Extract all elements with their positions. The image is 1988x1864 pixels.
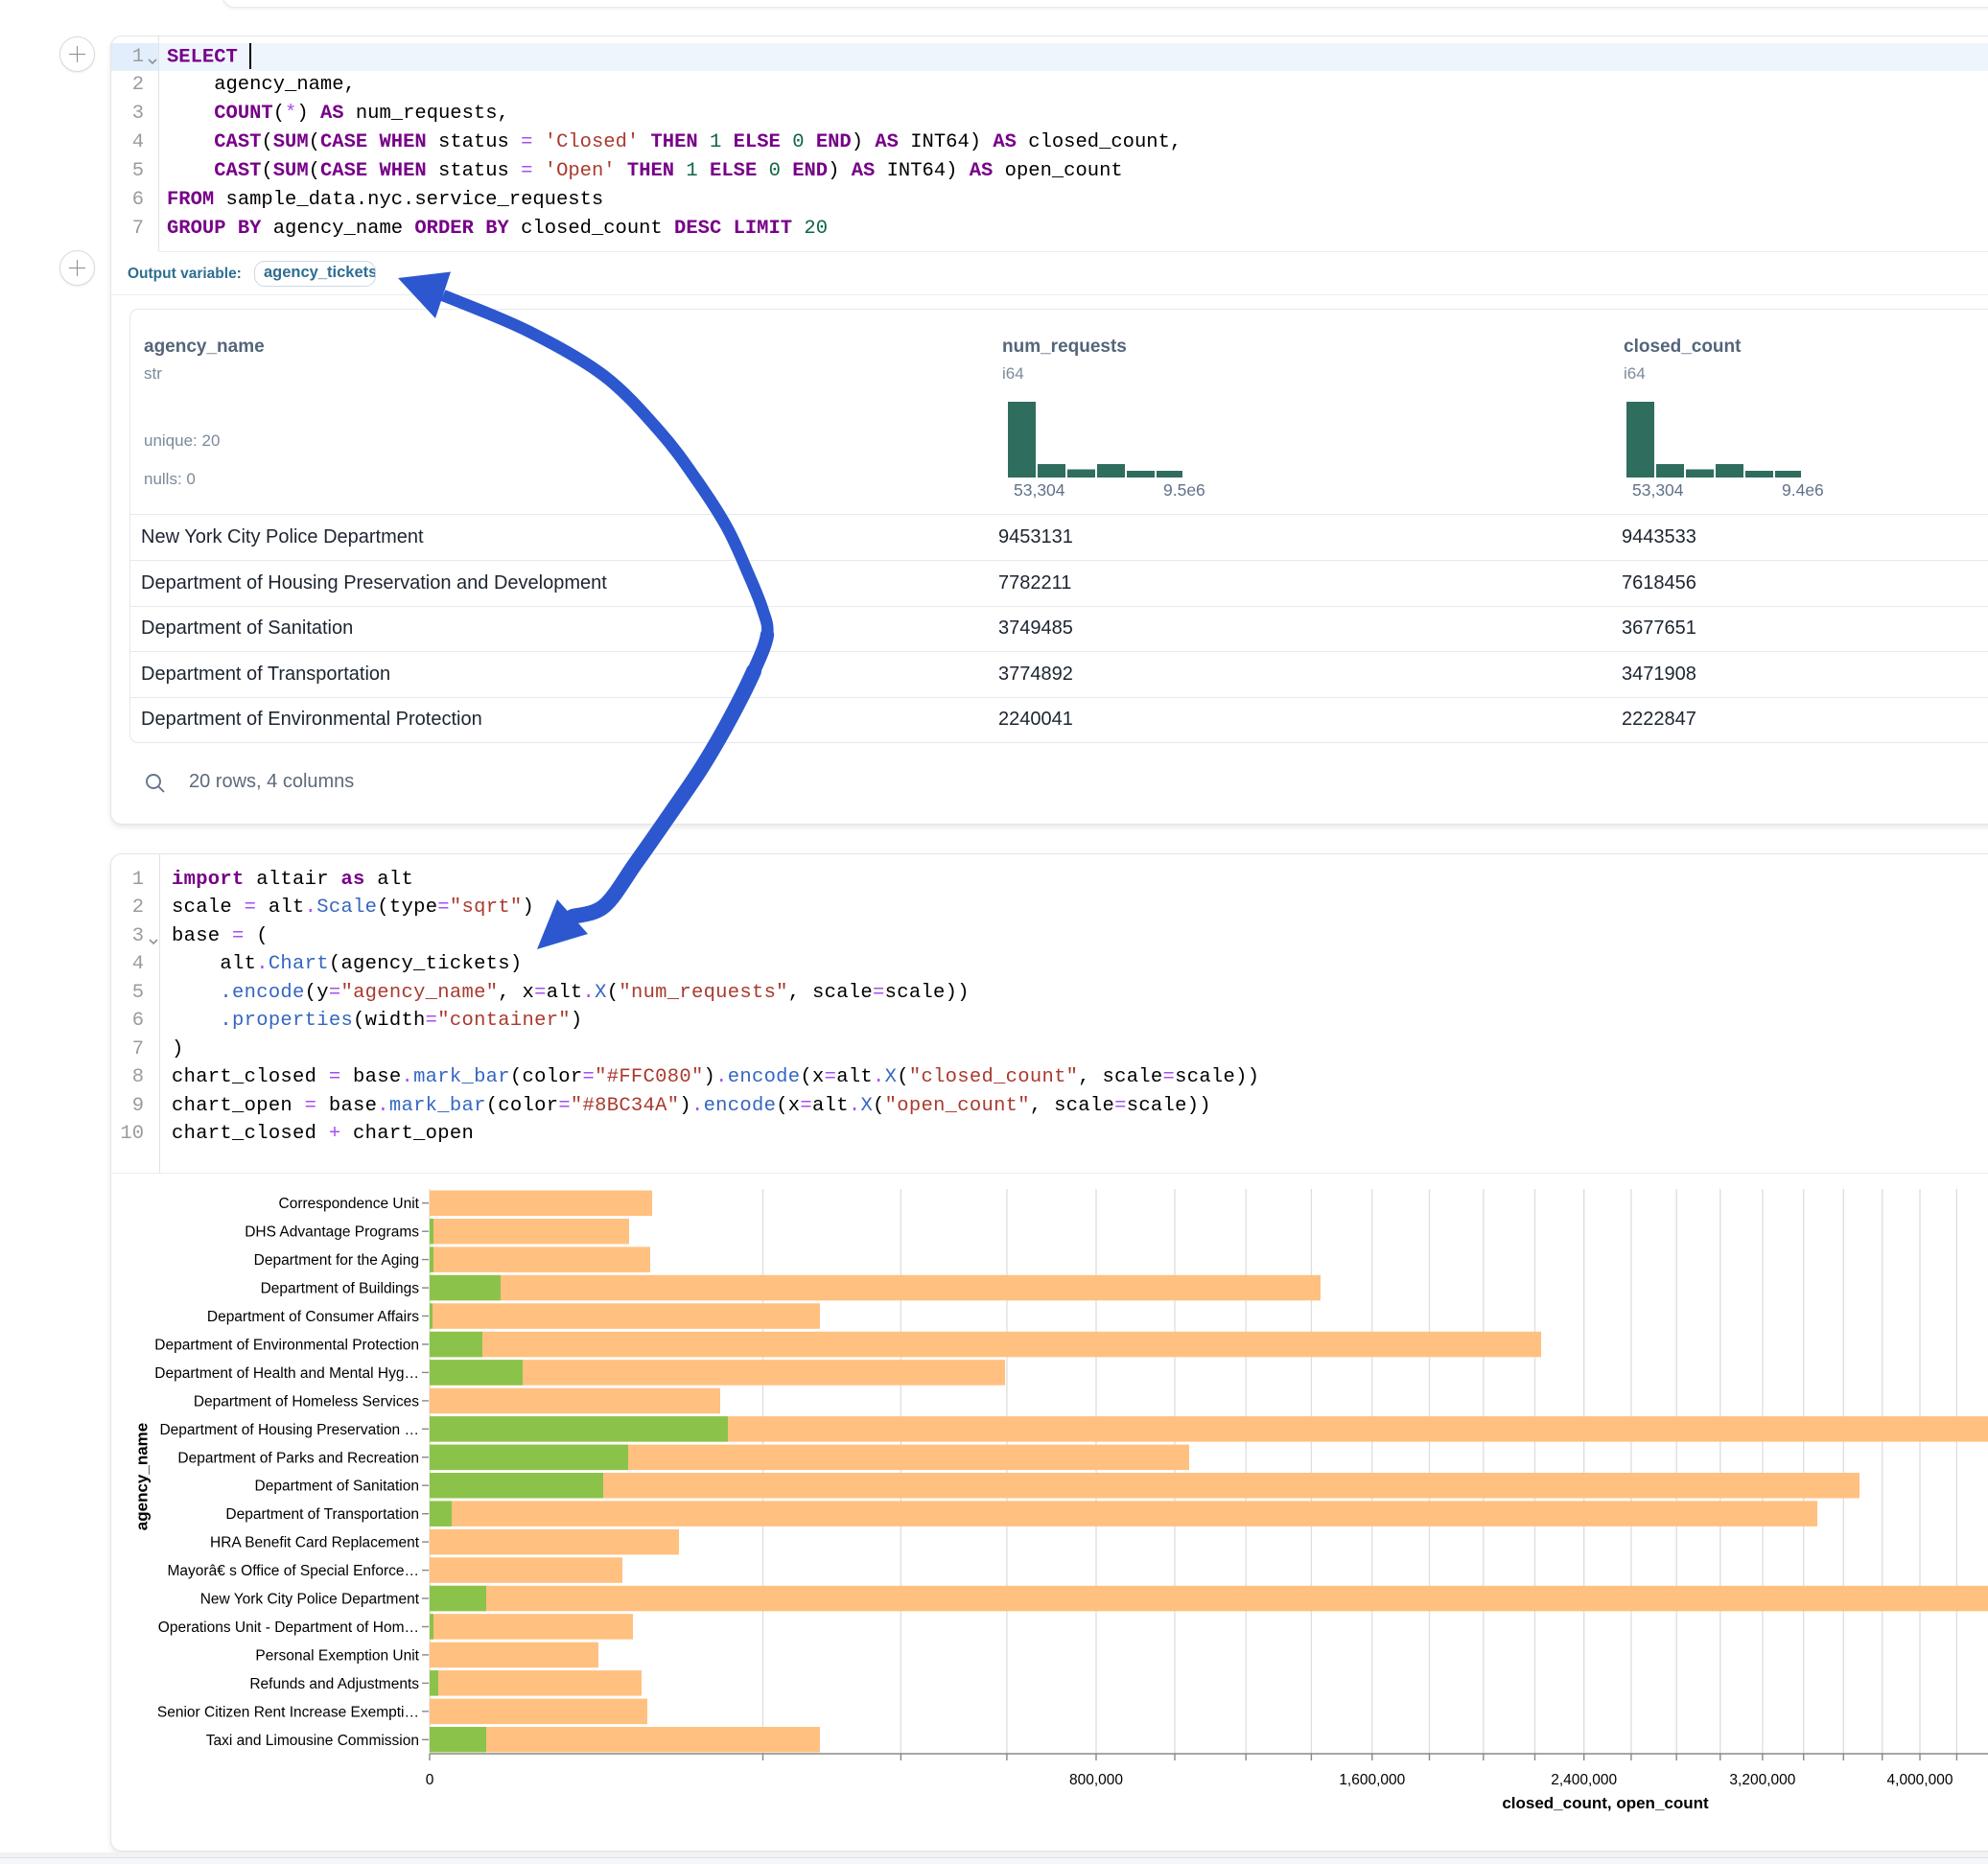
svg-text:Department of Transportation: Department of Transportation	[225, 1506, 419, 1523]
svg-text:Department of Homeless Service: Department of Homeless Services	[194, 1393, 419, 1410]
svg-text:Operations Unit - Department o: Operations Unit - Department of Hom…	[158, 1619, 419, 1636]
svg-text:Department of Consumer Affairs: Department of Consumer Affairs	[207, 1309, 419, 1325]
svg-text:Department for the Aging: Department for the Aging	[254, 1252, 419, 1269]
svg-text:HRA Benefit Card Replacement: HRA Benefit Card Replacement	[210, 1535, 420, 1551]
svg-text:Mayorâ€ s Office of Special En: Mayorâ€ s Office of Special Enforce…	[168, 1563, 419, 1579]
svg-text:2,400,000: 2,400,000	[1551, 1772, 1617, 1788]
svg-text:DHS Advantage Programs: DHS Advantage Programs	[245, 1224, 419, 1241]
svg-text:Department of Environmental Pr: Department of Environmental Protection	[154, 1338, 419, 1354]
svg-text:800,000: 800,000	[1069, 1772, 1123, 1788]
svg-text:4,000,000: 4,000,000	[1887, 1772, 1953, 1788]
svg-text:Department of Housing Preserva: Department of Housing Preservation …	[159, 1422, 419, 1438]
svg-text:New York City Police Departmen: New York City Police Department	[200, 1592, 420, 1608]
svg-text:Taxi and Limousine Commission: Taxi and Limousine Commission	[206, 1733, 419, 1749]
svg-text:Personal Exemption Unit: Personal Exemption Unit	[255, 1647, 419, 1664]
svg-text:0: 0	[426, 1772, 434, 1788]
svg-text:agency_name: agency_name	[133, 1423, 152, 1530]
svg-text:3,200,000: 3,200,000	[1729, 1772, 1795, 1788]
svg-text:1,600,000: 1,600,000	[1339, 1772, 1405, 1788]
svg-text:Refunds and Adjustments: Refunds and Adjustments	[249, 1676, 419, 1692]
svg-text:Department of Parks and Recrea: Department of Parks and Recreation	[177, 1450, 419, 1466]
svg-text:Correspondence Unit: Correspondence Unit	[279, 1196, 420, 1212]
svg-text:Department of Sanitation: Department of Sanitation	[255, 1479, 419, 1495]
svg-text:Department of Buildings: Department of Buildings	[261, 1281, 420, 1297]
svg-text:closed_count, open_count: closed_count, open_count	[1502, 1794, 1709, 1812]
svg-text:Department of Health and Menta: Department of Health and Mental Hyg…	[154, 1365, 419, 1382]
svg-text:Senior Citizen Rent Increase E: Senior Citizen Rent Increase Exempti…	[157, 1704, 419, 1720]
